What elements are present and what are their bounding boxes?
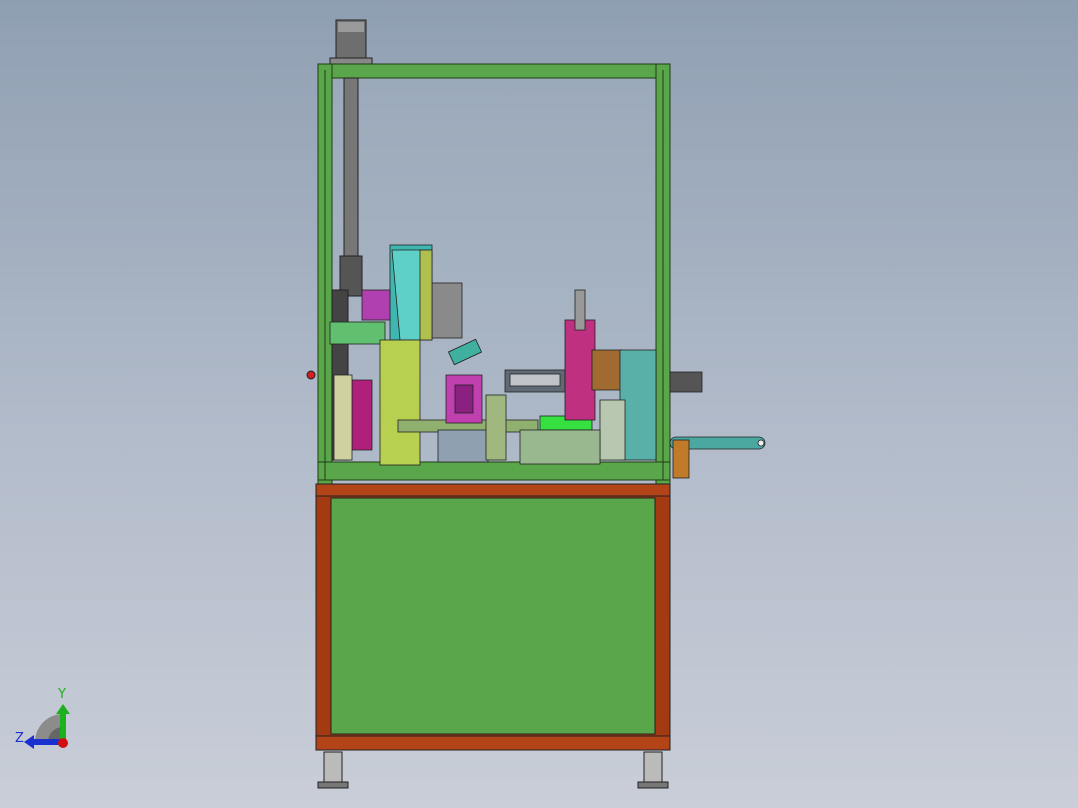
coordinate-triad (24, 704, 70, 749)
cad-viewport[interactable] (0, 0, 1078, 808)
y-axis-label: Y (58, 687, 66, 702)
side-conveyor (669, 371, 766, 479)
top-motor (329, 19, 373, 65)
z-axis-arrow (32, 739, 62, 745)
leveling-feet (317, 751, 669, 789)
lower-cabinet (315, 483, 671, 751)
alarm-light (306, 370, 316, 380)
x-axis-origin (58, 738, 68, 748)
z-axis-label: Z (15, 731, 24, 746)
y-axis-arrow (60, 712, 66, 742)
